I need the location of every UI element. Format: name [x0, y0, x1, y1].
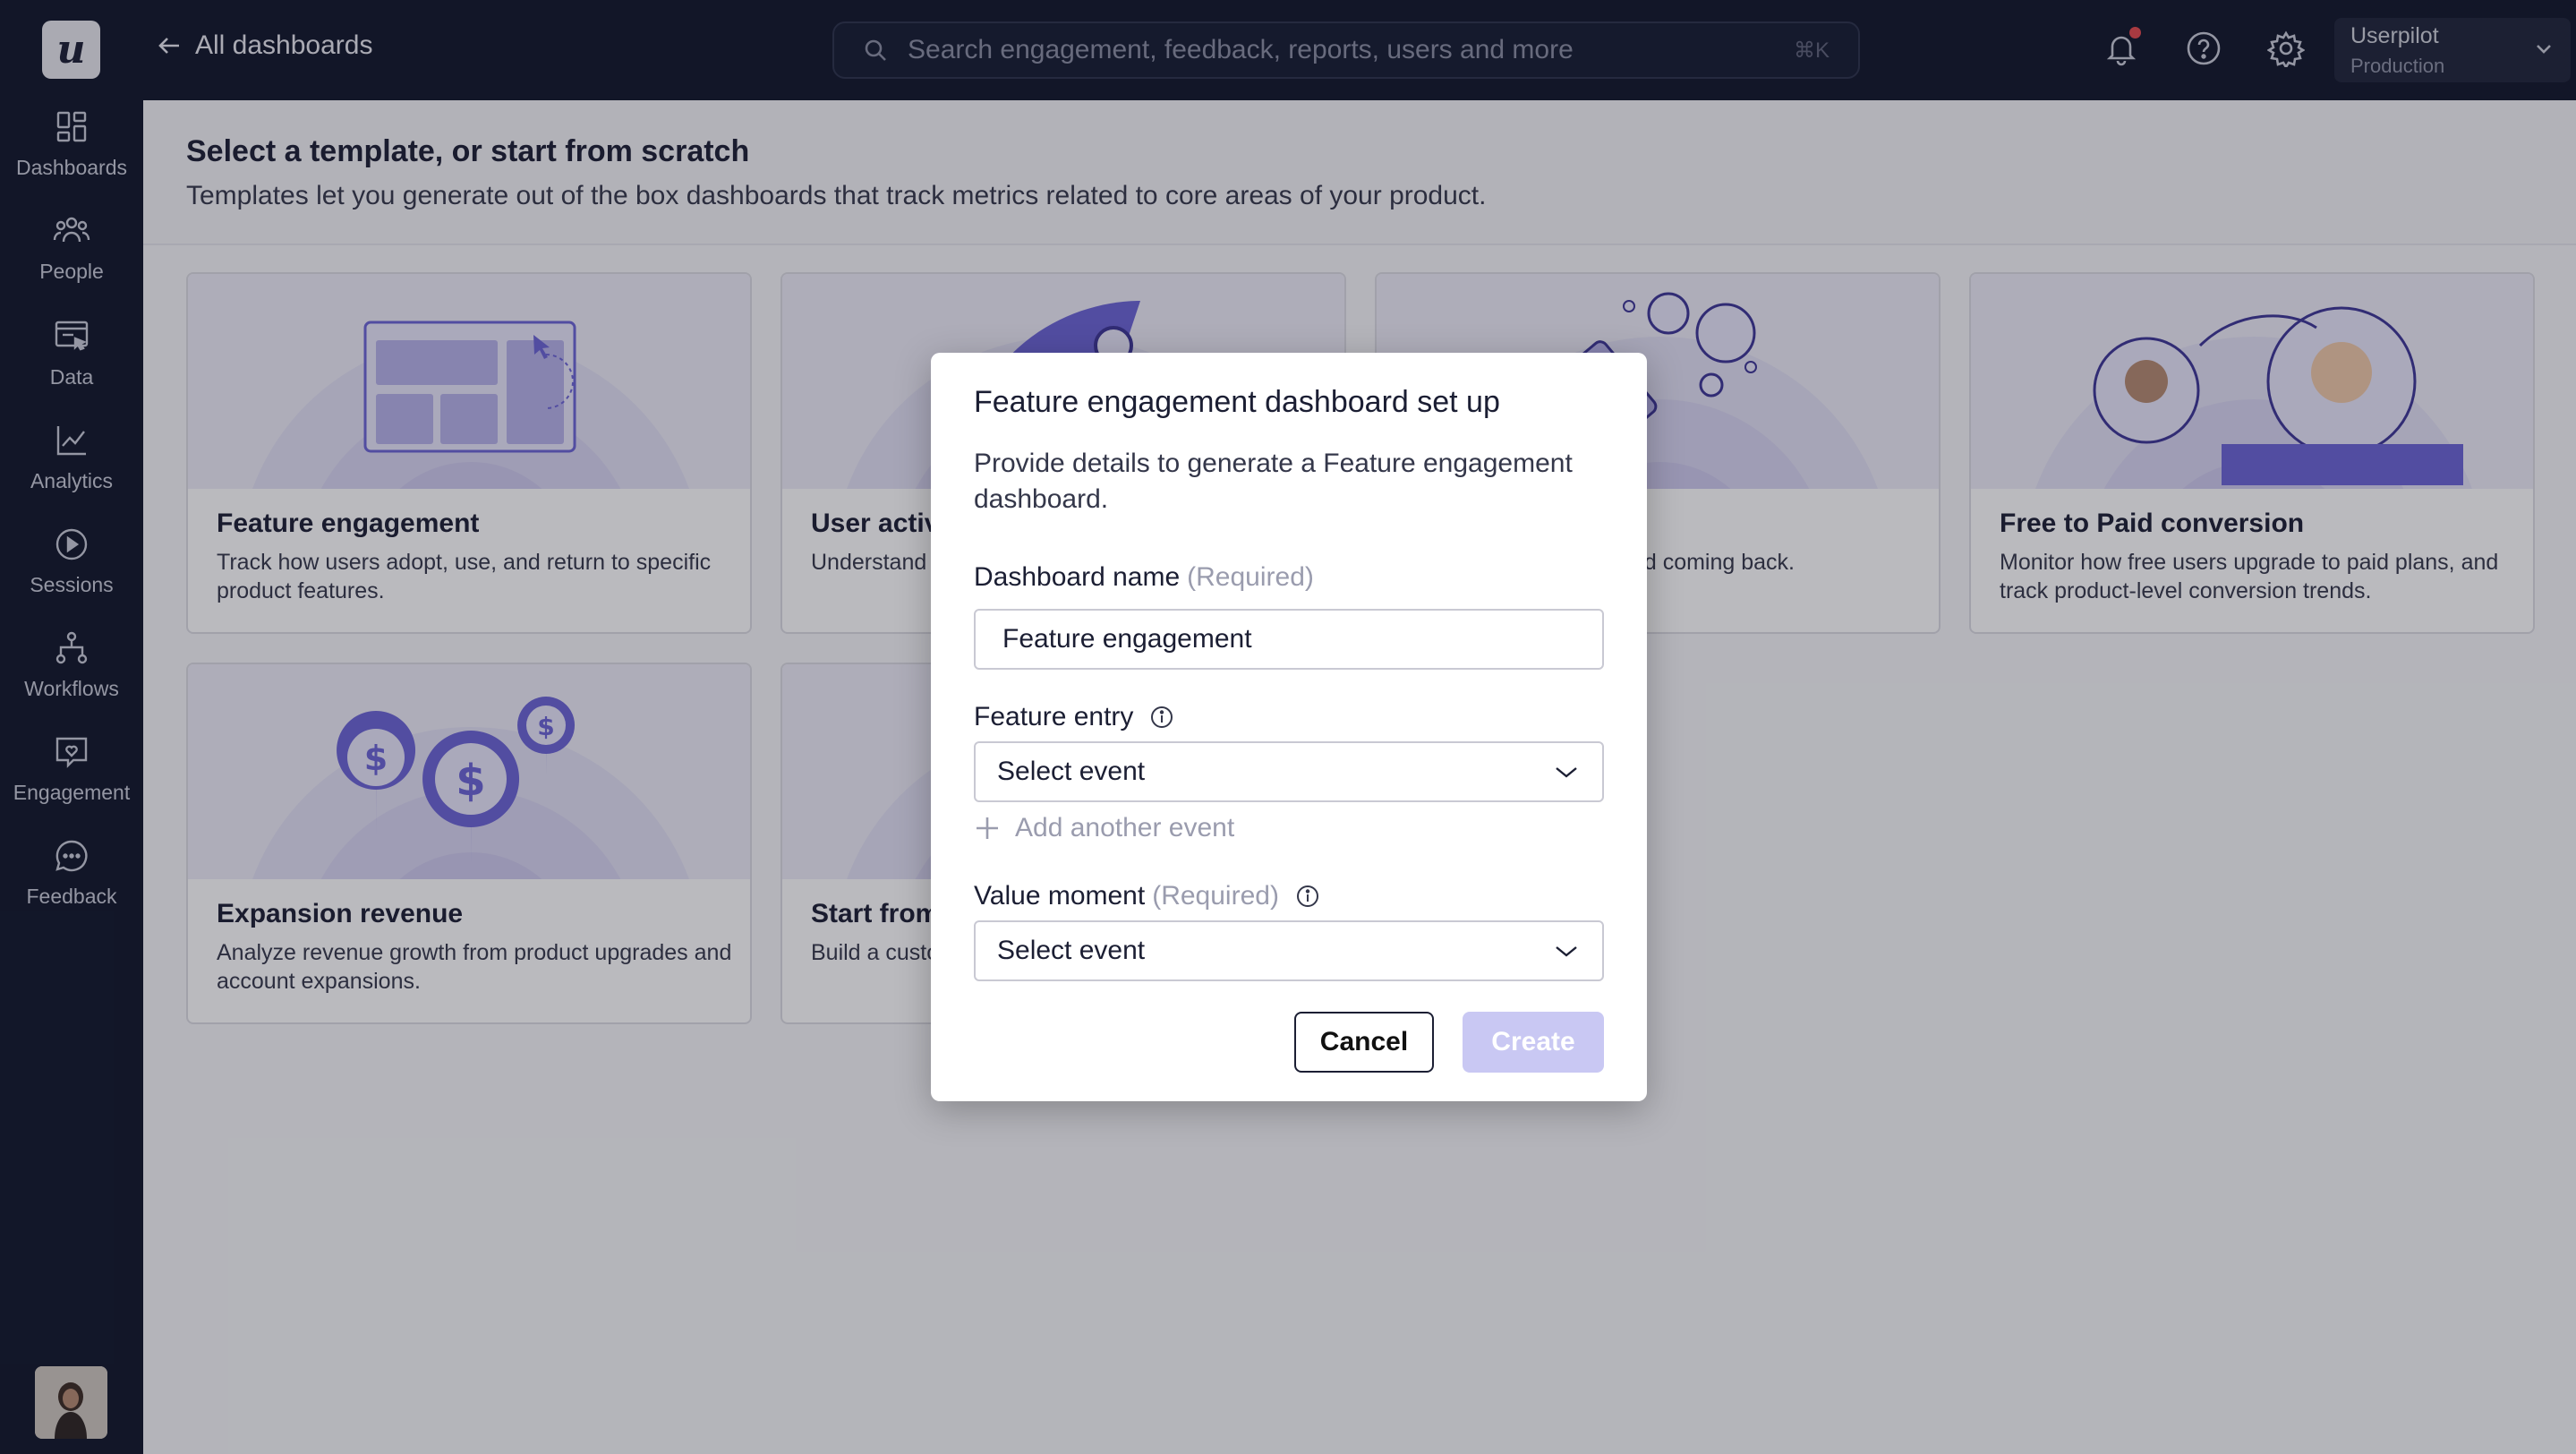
info-icon[interactable] [1149, 705, 1174, 730]
feature-entry-label: Feature entry [974, 702, 1174, 732]
required-hint: (Required) [1152, 881, 1279, 911]
feature-entry-label-text: Feature entry [974, 702, 1134, 731]
modal-description: Provide details to generate a Feature en… [974, 449, 1573, 514]
chevron-down-icon [1556, 946, 1577, 957]
dashboard-setup-modal: Feature engagement dashboard set up Prov… [931, 353, 1647, 1101]
add-another-event-button[interactable]: Add another event [974, 813, 1234, 843]
dashboard-name-input[interactable] [974, 609, 1604, 670]
create-button[interactable]: Create [1463, 1012, 1604, 1073]
value-moment-select[interactable]: Select event [974, 920, 1604, 981]
cancel-button[interactable]: Cancel [1294, 1012, 1434, 1073]
dashboard-name-label-text: Dashboard name [974, 562, 1181, 592]
feature-entry-select[interactable]: Select event [974, 741, 1604, 802]
dashboard-name-label: Dashboard name (Required) [974, 562, 1314, 593]
value-moment-select-value: Select event [997, 936, 1146, 965]
value-moment-label-text: Value moment [974, 881, 1146, 911]
value-moment-label: Value moment (Required) [974, 881, 1320, 911]
chevron-down-icon [1556, 767, 1577, 778]
modal-title: Feature engagement dashboard set up [974, 385, 1500, 419]
add-another-event-label: Add another event [1015, 813, 1235, 842]
required-hint: (Required) [1187, 562, 1314, 592]
plus-icon [977, 817, 998, 839]
feature-entry-select-value: Select event [997, 757, 1146, 786]
info-icon[interactable] [1295, 884, 1320, 909]
